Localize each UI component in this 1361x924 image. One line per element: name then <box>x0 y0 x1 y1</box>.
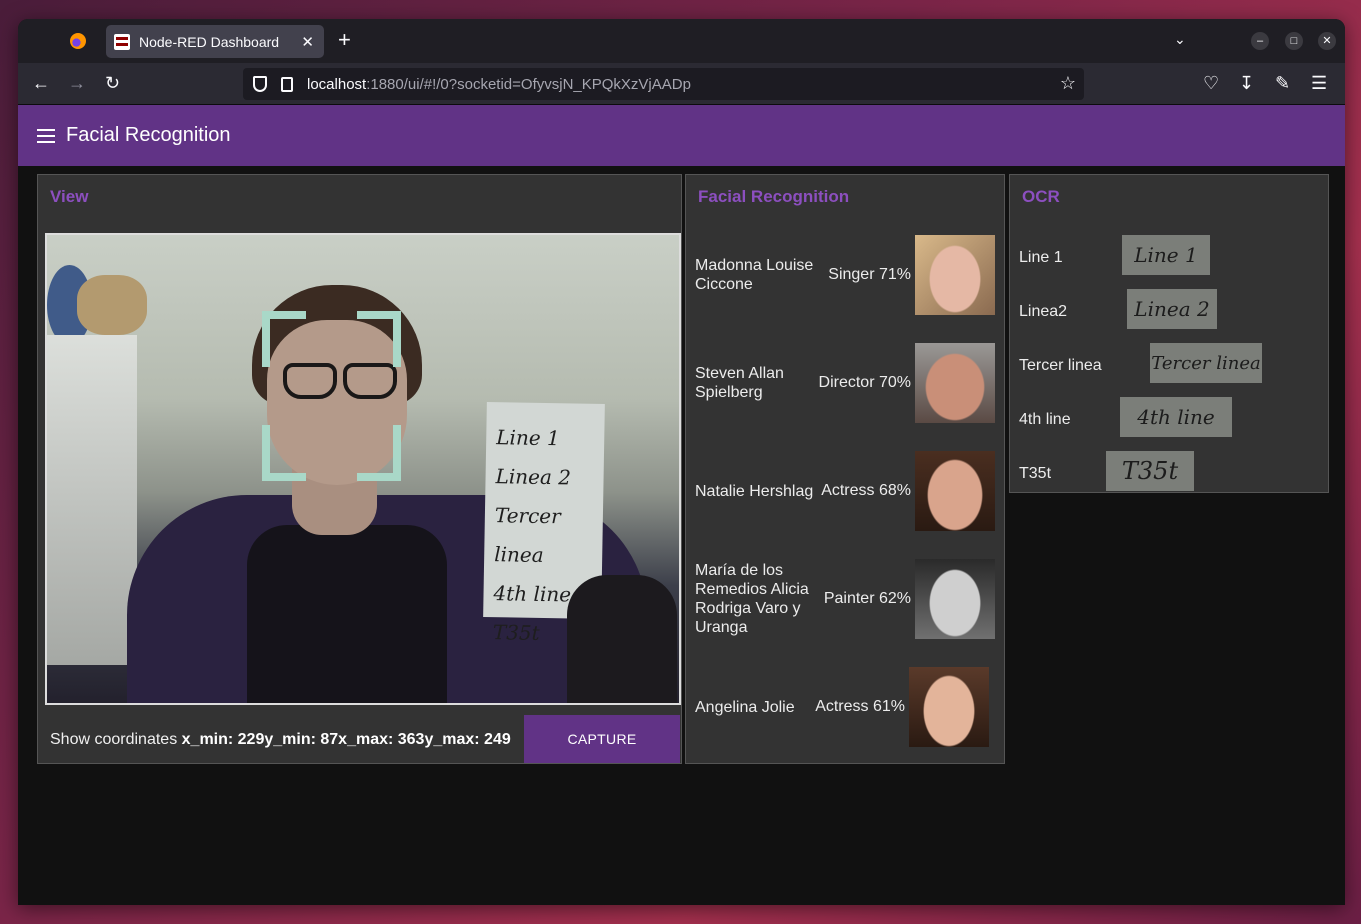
paper-line: Linea 2 <box>495 464 572 490</box>
back-arrow-icon[interactable]: ← <box>32 72 50 94</box>
ocr-line-crop: Line 1 <box>1122 235 1210 275</box>
match-photo <box>915 235 995 315</box>
downloads-icon[interactable]: ↧ <box>1239 72 1254 94</box>
match-photo <box>915 451 995 531</box>
match-photo <box>909 667 989 747</box>
tab-close-icon[interactable]: ✕ <box>301 33 314 51</box>
facial-recognition-card-title: Facial Recognition <box>698 187 850 206</box>
cam-person-glasses <box>275 363 401 401</box>
reload-icon[interactable]: ↻ <box>105 72 120 94</box>
coordinates-value: x_min: 229y_min: 87x_max: 363y_max: 249 <box>181 731 511 748</box>
coordinates-label: Show coordinates <box>50 731 182 748</box>
list-item: Natalie Hershlag Actress 68% <box>695 451 995 531</box>
match-role-percent: Painter 62% <box>823 590 911 607</box>
cam-bg-shelf <box>47 335 137 665</box>
url-text[interactable]: localhost:1880/ui/#!/0?socketid=OfyvsjN_… <box>307 76 691 93</box>
face-box-corner-tl <box>262 311 306 367</box>
ocr-line-label: T35t <box>1019 465 1052 482</box>
minimize-button[interactable]: – <box>1251 32 1269 50</box>
url-path: :1880/ui/#!/0?socketid=OfyvsjN_KPQkXzVjA… <box>366 75 691 93</box>
firefox-icon[interactable] <box>70 33 86 49</box>
maximize-button[interactable]: □ <box>1285 32 1303 50</box>
dashboard-header: Facial Recognition <box>18 105 1345 166</box>
facial-recognition-card: Facial Recognition Madonna Louise Ciccon… <box>685 174 1005 764</box>
browser-window: Node-RED Dashboard ✕ + ⌄ – □ ✕ ← → ↻ loc… <box>18 19 1345 905</box>
page-info-icon[interactable] <box>281 76 293 92</box>
tracking-protection-shield-icon[interactable] <box>253 76 267 92</box>
match-name: Angelina Jolie <box>695 698 795 716</box>
new-tab-button[interactable]: + <box>338 28 351 52</box>
page-title: Facial Recognition <box>66 124 231 146</box>
match-name: María de los Remedios Alicia Rodriga Var… <box>695 562 809 636</box>
face-box-corner-tr <box>357 311 401 367</box>
ocr-line-label: Linea2 <box>1019 303 1068 320</box>
bookmark-star-icon[interactable]: ☆ <box>1060 73 1076 94</box>
paper-line: Line 1 <box>496 425 560 451</box>
capture-button[interactable]: CAPTURE <box>524 715 680 763</box>
ocr-card: OCR Line 1 Line 1 Linea2 Linea 2 Tercer … <box>1009 174 1329 493</box>
match-name: Natalie Hershlag <box>695 482 814 500</box>
cam-person-hand <box>567 575 677 703</box>
tab-bar: Node-RED Dashboard ✕ + ⌄ – □ ✕ <box>18 19 1345 63</box>
tab-title: Node-RED Dashboard <box>139 33 280 50</box>
match-role-percent: Actress 68% <box>821 482 911 499</box>
navigation-toolbar: ← → ↻ localhost:1880/ui/#!/0?socketid=Of… <box>18 63 1345 105</box>
ocr-line-crop: T35t <box>1106 451 1194 491</box>
match-photo <box>915 559 995 639</box>
list-item: Steven Allan Spielberg Director 70% <box>695 343 995 423</box>
ocr-line-crop: Linea 2 <box>1127 289 1217 329</box>
hamburger-menu-icon[interactable] <box>37 128 55 143</box>
match-name: Madonna Louise Ciccone <box>695 257 814 293</box>
list-item: María de los Remedios Alicia Rodriga Var… <box>695 559 995 639</box>
app-menu-icon[interactable]: ☰ <box>1311 72 1327 94</box>
ocr-line-label: Line 1 <box>1019 249 1063 266</box>
ocr-line-label: Tercer linea <box>1019 357 1102 374</box>
url-bar[interactable]: localhost:1880/ui/#!/0?socketid=OfyvsjN_… <box>243 68 1084 100</box>
match-name: Steven Allan Spielberg <box>695 365 784 401</box>
coordinates-text: Show coordinates x_min: 229y_min: 87x_ma… <box>50 731 511 749</box>
view-card-title: View <box>50 187 89 206</box>
paper-line: Tercer linea <box>494 503 561 567</box>
pocket-icon[interactable]: ♡ <box>1203 72 1219 94</box>
ocr-card-title: OCR <box>1022 187 1060 206</box>
node-red-favicon-icon <box>114 33 130 50</box>
match-photo <box>915 343 995 423</box>
url-host: localhost <box>307 75 367 93</box>
cam-person-shirt <box>247 525 447 703</box>
match-role-percent: Singer 71% <box>828 266 911 283</box>
face-box-corner-bl <box>262 425 306 481</box>
camera-view-image: Line 1 Linea 2 Tercer linea 4th line T35… <box>45 233 681 705</box>
ocr-line-label: 4th line <box>1019 411 1071 428</box>
ocr-line-crop: Tercer linea <box>1150 343 1262 383</box>
extensions-puzzle-icon[interactable]: ✎ <box>1275 72 1290 94</box>
list-tabs-chevron-icon[interactable]: ⌄ <box>1174 31 1186 48</box>
ocr-line-crop: 4th line <box>1120 397 1232 437</box>
close-window-button[interactable]: ✕ <box>1318 32 1336 50</box>
forward-arrow-icon[interactable]: → <box>68 72 86 94</box>
view-card: View Line 1 Linea 2 Tercer linea 4th lin… <box>37 174 682 764</box>
cam-bg-toy <box>77 275 147 335</box>
match-role-percent: Actress 61% <box>815 698 905 715</box>
list-item: Madonna Louise Ciccone Singer 71% <box>695 235 995 315</box>
tab-node-red-dashboard[interactable]: Node-RED Dashboard ✕ <box>106 25 324 58</box>
list-item: Angelina Jolie Actress 61% <box>695 667 995 747</box>
match-role-percent: Director 70% <box>818 374 911 391</box>
face-box-corner-br <box>357 425 401 481</box>
